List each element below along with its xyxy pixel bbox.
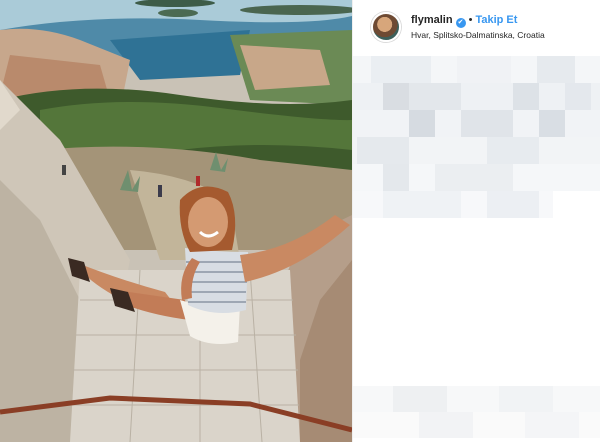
post-header: flymalin ✔ • Takip Et Hvar, Splitsko-Dalmat… [371,10,597,46]
pixelated-footer-block [353,380,600,442]
post-photo[interactable] [0,0,352,442]
user-avatar-photo-icon[interactable] [371,12,401,42]
post-side-panel: flymalin ✔ • Takip Et Hvar, Splitsko-Dalmat… [352,0,600,442]
separator-dot: • [468,14,473,26]
username-link[interactable]: flymalin [411,14,453,26]
location-link[interactable]: Hvar, Splitsko-Dalmatinska, Croatia [411,30,545,41]
instagram-post: flymalin ✔ • Takip Et Hvar, Splitsko-Dalmat… [0,0,600,442]
travel-photo-icon [0,0,352,442]
verified-badge-icon: ✔ [455,18,466,28]
pixelated-caption-block [353,56,600,228]
name-row: flymalin ✔ • Takip Et [411,13,517,28]
follow-button[interactable]: Takip Et [475,14,517,26]
